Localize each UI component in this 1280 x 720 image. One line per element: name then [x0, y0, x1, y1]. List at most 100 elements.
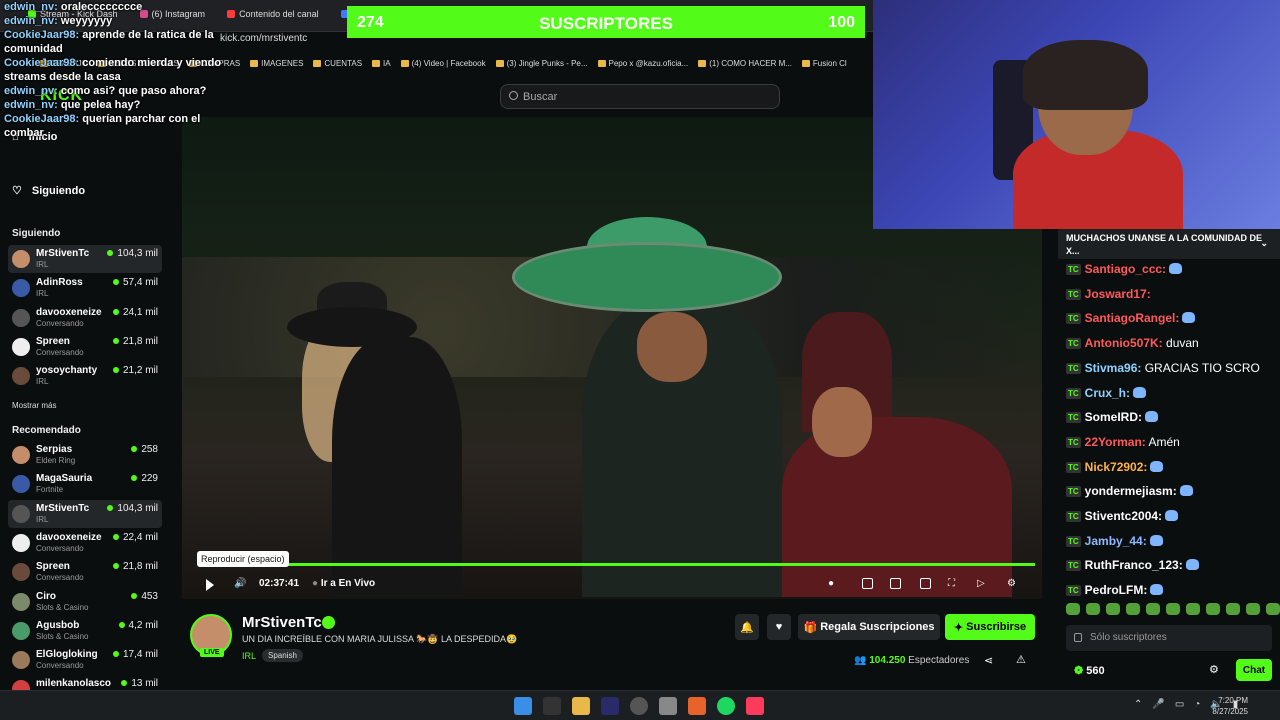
- volume-icon[interactable]: 🔊: [234, 578, 246, 589]
- capcut-icon[interactable]: [746, 697, 764, 715]
- chat-username[interactable]: Santiago_ccc:: [1085, 262, 1166, 276]
- chat-username[interactable]: Antonio507K:: [1085, 336, 1163, 350]
- follow-button[interactable]: ♥: [767, 614, 791, 640]
- taskbar-clock[interactable]: 7:20 PM 8/27/2025: [1212, 695, 1248, 717]
- channel-row[interactable]: Serpias Elden Ring 258: [8, 441, 162, 469]
- channel-row[interactable]: AdinRoss IRL 57,4 mil: [8, 274, 162, 302]
- windows-start-icon[interactable]: [514, 697, 532, 715]
- chat-username[interactable]: Crux_h:: [1085, 386, 1130, 400]
- folder-icon: [400, 59, 409, 67]
- mic-icon[interactable]: 🎤: [1152, 699, 1164, 710]
- browser-tab[interactable]: Contenido del canal: [219, 6, 327, 22]
- autoplay-icon[interactable]: ▷: [977, 578, 985, 589]
- channel-row[interactable]: MagaSauria Fortnite 229: [8, 470, 162, 498]
- subscriber-badge-icon: TC: [1066, 535, 1081, 547]
- overlay-chat-line: edwin_nv: como asi? que paso ahora?: [4, 84, 234, 98]
- language-tag[interactable]: Spanish: [262, 649, 303, 662]
- channel-row[interactable]: yosoychanty IRL 21,2 mil: [8, 362, 162, 390]
- webcam-feed: [873, 0, 1280, 229]
- show-more-link[interactable]: Mostrar más: [12, 401, 56, 410]
- report-icon[interactable]: ⚠: [1016, 653, 1026, 666]
- chevron-down-icon[interactable]: ⌄: [1260, 237, 1268, 250]
- channel-row[interactable]: Agusbob Slots & Casino 4,2 mil: [8, 617, 162, 645]
- chat-settings-icon[interactable]: ⚙: [1209, 663, 1219, 676]
- chat-username[interactable]: Nick72902:: [1085, 460, 1148, 474]
- bookmark-item[interactable]: IMAGENES: [250, 55, 303, 71]
- chat-username[interactable]: yondermejiasm:: [1085, 484, 1177, 498]
- go-live-button[interactable]: ● Ir a En Vivo: [312, 578, 375, 589]
- subscribe-button[interactable]: ✦ Suscribirse: [945, 614, 1035, 640]
- channel-row-viewers: 4,2 mil: [119, 620, 158, 631]
- channel-row[interactable]: davooxeneize Conversando 22,4 mil: [8, 529, 162, 557]
- gift-subs-button[interactable]: 🎁 Regala Suscripciones: [798, 614, 940, 640]
- chat-input[interactable]: Sólo suscriptores: [1066, 625, 1272, 651]
- chevron-up-icon[interactable]: ⌃: [1134, 699, 1142, 710]
- subscriber-badge-icon: TC: [1066, 313, 1081, 325]
- subscriber-badge-icon: TC: [1066, 511, 1081, 522]
- play-button[interactable]: [206, 579, 214, 591]
- bookmark-item[interactable]: (4) Video | Facebook: [400, 55, 486, 71]
- bookmark-item[interactable]: Fusion Cl: [801, 55, 847, 71]
- fullscreen-icon[interactable]: ⛶: [948, 578, 955, 589]
- channel-row[interactable]: Ciro Slots & Casino 453: [8, 588, 162, 616]
- nav-following[interactable]: ♡ Siguiendo: [12, 184, 85, 198]
- spotify-icon[interactable]: [717, 697, 735, 715]
- chat-username[interactable]: Stivma96:: [1085, 361, 1142, 375]
- notification-bell-button[interactable]: 🔔: [735, 614, 759, 640]
- theater-mode-icon[interactable]: [920, 578, 931, 589]
- elapsed-time: 02:37:41: [259, 578, 300, 589]
- channel-row-viewers: 21,8 mil: [113, 561, 158, 572]
- channel-row[interactable]: ElGlogloking Conversando 17,4 mil: [8, 646, 162, 674]
- pinned-message[interactable]: MUCHACHOS UNANSE A LA COMUNIDAD DE X... …: [1058, 229, 1280, 259]
- pip-icon[interactable]: [862, 578, 873, 589]
- channel-points[interactable]: ❁ 560: [1074, 664, 1105, 677]
- channel-row[interactable]: MrStivenTc IRL 104,3 mil: [8, 499, 162, 528]
- premiere-icon[interactable]: [601, 697, 619, 715]
- settings-icon[interactable]: ⚙: [1007, 578, 1016, 589]
- overlay-chat-text: oralecccccccce: [60, 1, 143, 13]
- channel-row[interactable]: Spreen Conversando 21,8 mil: [8, 333, 162, 361]
- emote-bar[interactable]: [1066, 603, 1280, 615]
- chat-username[interactable]: RuthFranco_123:: [1085, 558, 1183, 572]
- search-placeholder: Buscar: [523, 91, 558, 103]
- chat-send-button[interactable]: Chat: [1236, 659, 1272, 681]
- monitor-icon[interactable]: ▭: [1175, 699, 1184, 710]
- chat-username[interactable]: Stiventc2004:: [1085, 509, 1162, 523]
- channel-info-bar: LIVE MrStivenTc UN DIA INCREÍBLE CON MAR…: [182, 600, 1042, 690]
- bookmark-item[interactable]: IA: [372, 55, 391, 71]
- chat-username[interactable]: SomeIRD:: [1085, 410, 1142, 424]
- bookmark-item[interactable]: (3) Jingle Punks - Pe...: [495, 55, 588, 71]
- brave-icon[interactable]: [688, 697, 706, 715]
- emote-icon: [1169, 263, 1183, 274]
- video-progress-bar[interactable]: [200, 563, 1035, 566]
- wifi-icon[interactable]: ◔: [1194, 699, 1200, 710]
- subscriber-badge-icon: TC: [1066, 387, 1081, 399]
- share-icon[interactable]: ⋖: [984, 654, 993, 667]
- stream-category[interactable]: IRL: [242, 651, 256, 661]
- channel-row[interactable]: davooxeneize Conversando 24,1 mil: [8, 304, 162, 332]
- clip-icon[interactable]: ●: [828, 578, 834, 589]
- chat-username[interactable]: PedroLFM:: [1085, 583, 1148, 597]
- search-input[interactable]: Buscar: [500, 84, 780, 109]
- chat-username[interactable]: Josward17:: [1085, 287, 1151, 301]
- chat-username[interactable]: 22Yorman:: [1085, 435, 1146, 449]
- bookmark-item[interactable]: (1) COMO HACER M...: [698, 55, 792, 71]
- epic-games-icon[interactable]: [543, 697, 561, 715]
- emote-icon: [1126, 603, 1140, 615]
- chat-message: TC Crux_h:: [1066, 386, 1147, 400]
- channel-row-viewers: 258: [131, 444, 158, 455]
- channel-row[interactable]: Spreen Conversando 21,8 mil: [8, 558, 162, 586]
- clip-button-icon[interactable]: [890, 578, 901, 589]
- chat-username[interactable]: Jamby_44:: [1085, 534, 1147, 548]
- obs-icon[interactable]: [630, 697, 648, 715]
- recycle-icon[interactable]: [659, 697, 677, 715]
- channel-row[interactable]: MrStivenTc IRL 104,3 mil: [8, 245, 162, 273]
- bookmark-item[interactable]: Pepo x @kazu.oficia...: [597, 55, 688, 71]
- bookmark-item[interactable]: CUENTAS: [313, 55, 362, 71]
- channel-row-category: IRL: [36, 514, 49, 524]
- live-badge: LIVE: [200, 648, 224, 657]
- chat-username[interactable]: SantiagoRangel:: [1085, 311, 1180, 325]
- emote-icon: [1146, 603, 1160, 615]
- file-explorer-icon[interactable]: [572, 697, 590, 715]
- channel-name[interactable]: MrStivenTc: [242, 614, 322, 631]
